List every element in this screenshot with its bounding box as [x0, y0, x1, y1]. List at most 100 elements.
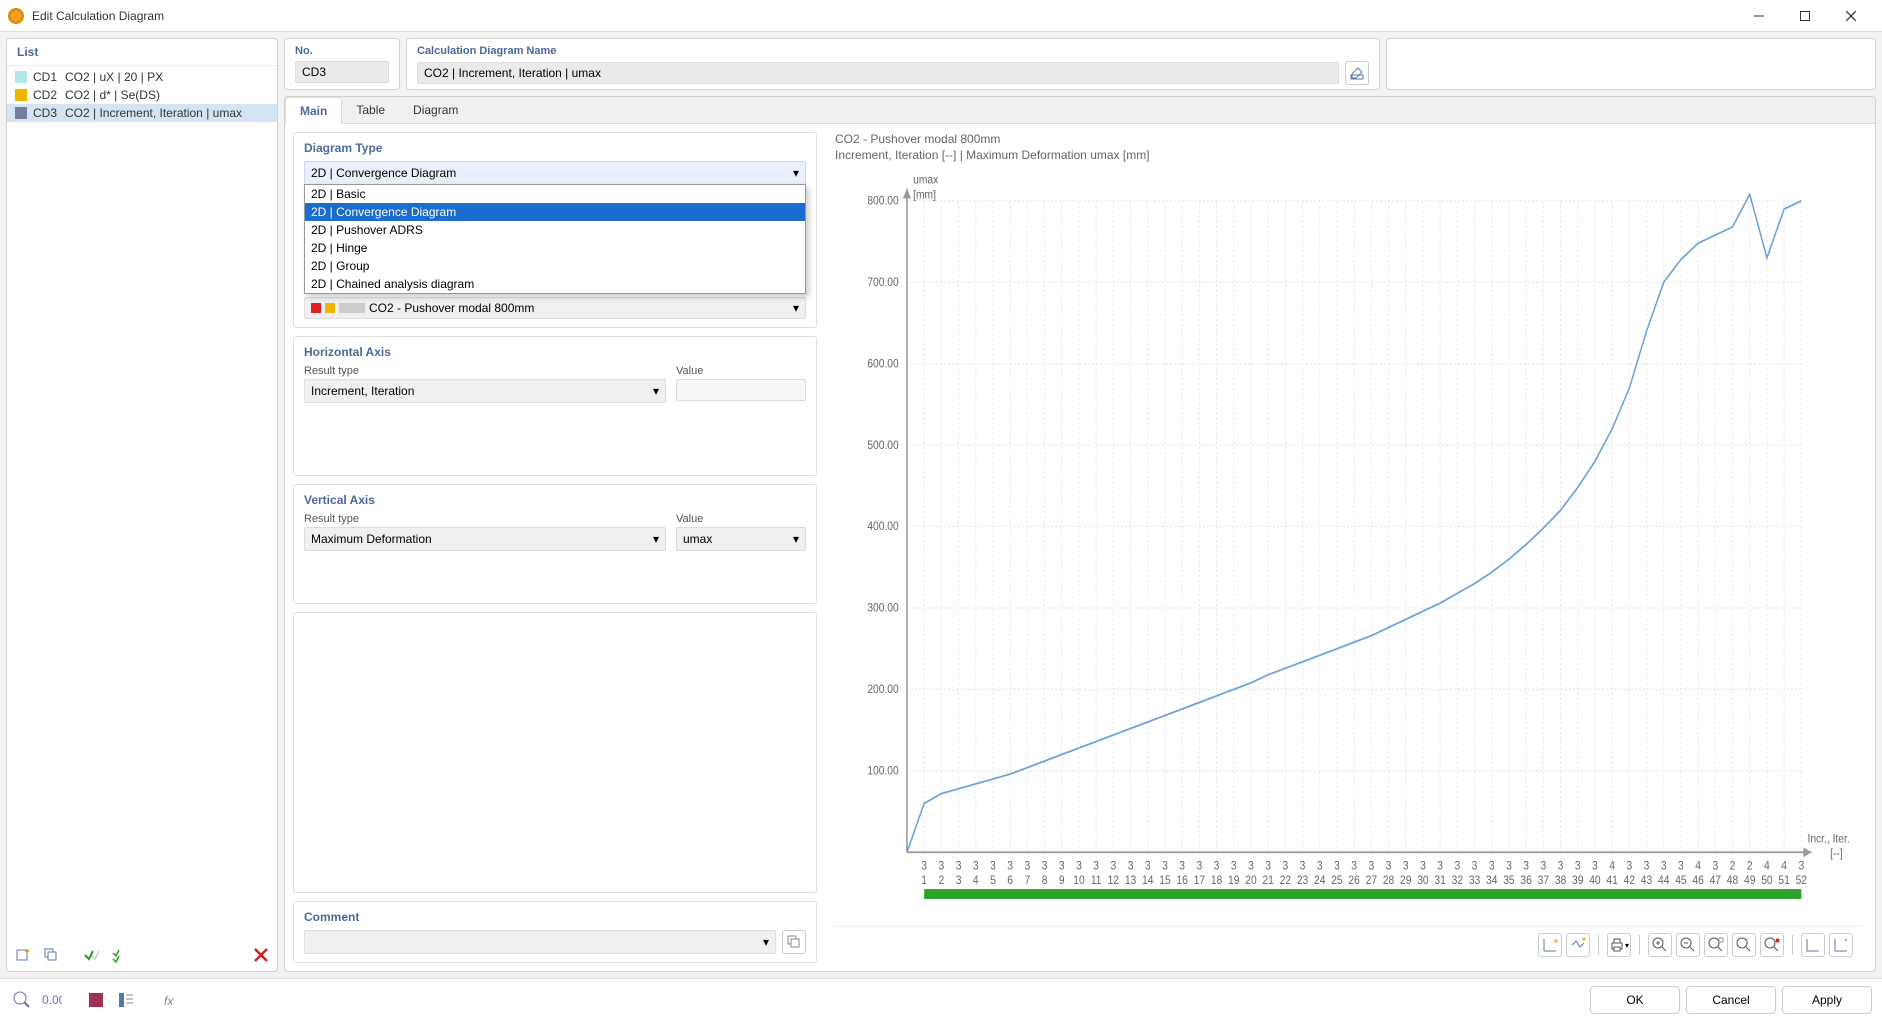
print-button[interactable]: ▾: [1607, 933, 1631, 957]
diagram-type-option[interactable]: 2D | Chained analysis diagram: [305, 275, 805, 293]
svg-text:4: 4: [1695, 860, 1701, 873]
svg-text:36: 36: [1520, 874, 1531, 887]
svg-text:47: 47: [1710, 874, 1721, 887]
svg-text:3: 3: [1489, 860, 1495, 873]
no-label: No.: [295, 45, 389, 57]
svg-text:49: 49: [1744, 874, 1755, 887]
svg-text:3: 3: [1128, 860, 1134, 873]
minimize-button[interactable]: [1736, 0, 1782, 32]
window-title: Edit Calculation Diagram: [32, 9, 1736, 23]
tab-table[interactable]: Table: [342, 97, 399, 123]
name-input[interactable]: CO2 | Increment, Iteration | umax: [417, 62, 1339, 84]
apply-button[interactable]: Apply: [1782, 986, 1872, 1014]
delete-item-button[interactable]: [249, 943, 273, 967]
svg-text:3: 3: [1024, 860, 1030, 873]
haxis-result-select[interactable]: Increment, Iteration ▾: [304, 379, 666, 403]
no-box: No. CD3: [284, 38, 400, 90]
svg-text:700.00: 700.00: [867, 276, 898, 289]
svg-text:3: 3: [1678, 860, 1684, 873]
diagram-type-dropdown: 2D | Basic2D | Convergence Diagram2D | P…: [304, 184, 806, 294]
svg-text:3: 3: [1317, 860, 1323, 873]
vaxis-value-value: umax: [683, 532, 712, 546]
function-button[interactable]: fx: [158, 988, 182, 1012]
diagram-type-option[interactable]: 2D | Pushover ADRS: [305, 221, 805, 239]
zoom-window-button[interactable]: [1704, 933, 1728, 957]
cancel-button[interactable]: Cancel: [1686, 986, 1776, 1014]
haxis-value-select[interactable]: [676, 379, 806, 401]
edit-name-button[interactable]: [1345, 61, 1369, 85]
svg-text:8: 8: [1042, 874, 1048, 887]
chevron-down-icon: ▾: [653, 532, 659, 546]
svg-text:29: 29: [1400, 874, 1411, 887]
tab-main[interactable]: Main: [285, 97, 342, 124]
maximize-button[interactable]: [1782, 0, 1828, 32]
svg-text:fx: fx: [164, 994, 174, 1008]
tab-diagram[interactable]: Diagram: [399, 97, 472, 123]
ok-button[interactable]: OK: [1590, 986, 1680, 1014]
svg-text:3: 3: [956, 860, 962, 873]
diagram-type-select[interactable]: 2D | Convergence Diagram ▾ 2D | Basic2D …: [304, 161, 806, 185]
vaxis-value-select[interactable]: umax ▾: [676, 527, 806, 551]
help-button[interactable]: [10, 988, 34, 1012]
svg-text:32: 32: [1452, 874, 1463, 887]
svg-text:26: 26: [1348, 874, 1359, 887]
svg-text:45: 45: [1675, 874, 1686, 887]
svg-text:[mm]: [mm]: [913, 189, 936, 202]
zoom-out-button[interactable]: [1676, 933, 1700, 957]
svg-text:3: 3: [1368, 860, 1374, 873]
svg-text:3: 3: [1007, 860, 1013, 873]
diagram-type-value: 2D | Convergence Diagram: [311, 166, 456, 180]
svg-text:3: 3: [956, 874, 962, 887]
diagram-type-option[interactable]: 2D | Convergence Diagram: [305, 203, 805, 221]
load-case-select[interactable]: CO2 - Pushover modal 800mm ▾: [304, 297, 806, 319]
zoom-prev-button[interactable]: [1732, 933, 1756, 957]
svg-text:28: 28: [1383, 874, 1394, 887]
axis-x-button[interactable]: [1538, 933, 1562, 957]
check-item-button[interactable]: [79, 943, 103, 967]
diagram-type-option[interactable]: 2D | Basic: [305, 185, 805, 203]
comment-input[interactable]: ▾: [304, 930, 776, 954]
load-case-value: CO2 - Pushover modal 800mm: [369, 301, 789, 315]
vaxis-result-select[interactable]: Maximum Deformation ▾: [304, 527, 666, 551]
check-all-button[interactable]: [107, 943, 131, 967]
svg-text:Incr., Iter.: Incr., Iter.: [1807, 833, 1849, 846]
svg-text:37: 37: [1538, 874, 1549, 887]
svg-text:20: 20: [1245, 874, 1256, 887]
zoom-all-button[interactable]: [1760, 933, 1784, 957]
svg-text:12: 12: [1108, 874, 1119, 887]
list-item-CD2[interactable]: CD2CO2 | d* | Se(DS): [7, 86, 277, 104]
list-item-CD1[interactable]: CD1CO2 | uX | 20 | PX: [7, 68, 277, 86]
chart-style-1-button[interactable]: [1801, 933, 1825, 957]
close-button[interactable]: [1828, 0, 1874, 32]
color-button[interactable]: [84, 988, 108, 1012]
svg-text:52: 52: [1796, 874, 1807, 887]
chevron-down-icon: ▾: [793, 166, 799, 180]
axis-y-button[interactable]: [1566, 933, 1590, 957]
svg-text:3: 3: [1661, 860, 1667, 873]
chart-style-2-button[interactable]: [1829, 933, 1853, 957]
no-value: CD3: [295, 61, 389, 83]
svg-text:3: 3: [1231, 860, 1237, 873]
diagram-type-option[interactable]: 2D | Hinge: [305, 239, 805, 257]
units-button[interactable]: 0.00: [40, 988, 64, 1012]
svg-text:43: 43: [1641, 874, 1652, 887]
svg-text:400.00: 400.00: [867, 520, 898, 533]
svg-text:23: 23: [1297, 874, 1308, 887]
svg-text:3: 3: [1437, 860, 1443, 873]
new-item-button[interactable]: [11, 943, 35, 967]
svg-text:500.00: 500.00: [867, 439, 898, 452]
zoom-in-button[interactable]: [1648, 933, 1672, 957]
svg-text:42: 42: [1624, 874, 1635, 887]
svg-text:1: 1: [921, 874, 927, 887]
chevron-down-icon: ▾: [763, 935, 769, 949]
diagram-type-option[interactable]: 2D | Group: [305, 257, 805, 275]
comment-library-button[interactable]: [782, 930, 806, 954]
svg-text:40: 40: [1589, 874, 1600, 887]
chart-area[interactable]: 100.00200.00300.00400.00500.00600.00700.…: [835, 164, 1863, 926]
svg-text:11: 11: [1091, 874, 1102, 887]
svg-text:3: 3: [1265, 860, 1271, 873]
list-item-CD3[interactable]: CD3CO2 | Increment, Iteration | umax: [7, 104, 277, 122]
copy-item-button[interactable]: [39, 943, 63, 967]
tree-button[interactable]: [114, 988, 138, 1012]
tabs: MainTableDiagram: [285, 97, 1875, 124]
